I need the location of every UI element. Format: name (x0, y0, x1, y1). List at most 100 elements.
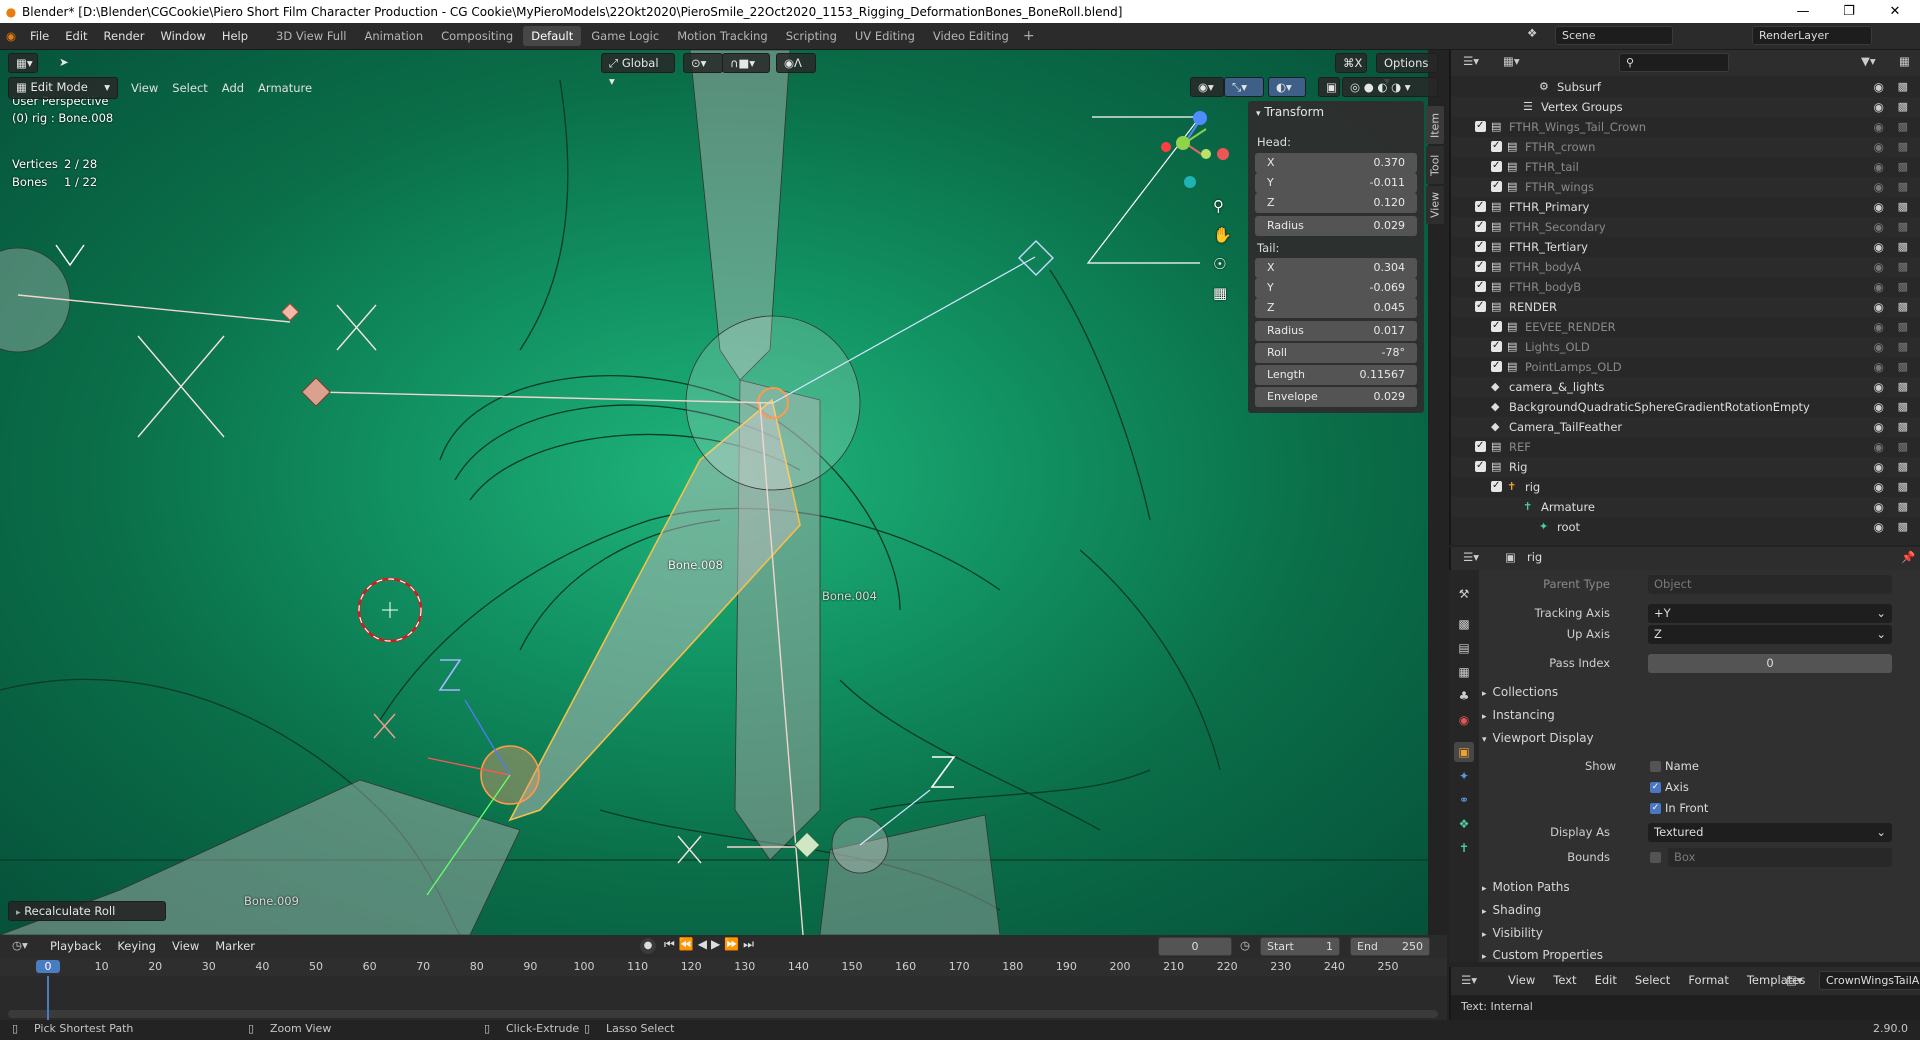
length-field[interactable]: Length 0.11567 (1255, 365, 1417, 385)
eye-icon[interactable]: ◉ (1874, 157, 1884, 177)
eye-icon[interactable]: ◉ (1874, 497, 1884, 517)
show-axis-checkbox[interactable]: ✓ (1650, 782, 1661, 793)
visibility-checkbox[interactable] (1491, 336, 1502, 356)
playback-controls[interactable]: ⏮⏪◀▶⏩⏭ (664, 937, 758, 952)
head-y-field[interactable]: Y -0.011 (1255, 173, 1417, 193)
tail-y-field[interactable]: Y -0.069 (1255, 278, 1417, 298)
camera-icon[interactable]: ▩ (1898, 137, 1908, 157)
new-collection-icon[interactable]: ▦ (1899, 54, 1910, 68)
camera-icon[interactable]: ▩ (1898, 117, 1908, 137)
camera-icon[interactable]: ▩ (1898, 77, 1908, 97)
outliner-row[interactable]: ⚙ Subsurf ◉ ▩ (1451, 77, 1920, 97)
eye-icon[interactable]: ◉ (1874, 517, 1884, 537)
text-menu-view[interactable]: View (1499, 973, 1544, 987)
camera-icon[interactable]: ▩ (1898, 217, 1908, 237)
camera-icon[interactable]: ▩ (1898, 157, 1908, 177)
eye-icon[interactable]: ◉ (1874, 177, 1884, 197)
envelope-field[interactable]: Envelope 0.029 (1255, 387, 1417, 407)
snap-toggle[interactable]: ∩■▾ (722, 53, 770, 73)
camera-icon[interactable]: ▩ (1898, 97, 1908, 117)
tab-view[interactable]: View (1426, 186, 1444, 224)
tail-x-field[interactable]: X 0.304 (1255, 258, 1417, 278)
outliner-row[interactable]: ✝ Armature ◉ ▩ (1451, 497, 1920, 517)
outliner-row[interactable]: ✝ rig ◉ ▩ (1451, 476, 1920, 497)
camera-icon[interactable]: ▩ (1898, 277, 1908, 297)
tail-radius-field[interactable]: Radius 0.017 (1255, 321, 1417, 341)
display-mode-icon[interactable]: ▦▾ (1503, 54, 1520, 68)
viewport-display-section[interactable]: ▾ Viewport Display (1478, 727, 1918, 749)
viewport-menu-armature[interactable]: Armature (251, 77, 319, 99)
close-icon[interactable]: ✕ (1872, 0, 1918, 23)
outliner-search-input[interactable]: ⚲ (1619, 53, 1729, 72)
display-as-dropdown[interactable]: Textured ⌄ (1648, 823, 1892, 842)
constraint-tab-icon[interactable]: ❖ (1454, 814, 1474, 834)
visibility-checkbox[interactable] (1491, 316, 1502, 336)
eye-icon[interactable]: ◉ (1874, 377, 1884, 397)
visibility-section[interactable]: ▸ Visibility (1478, 922, 1918, 944)
gizmo-toggle[interactable]: ⤡▾ (1224, 77, 1264, 97)
timeline-menu-playback[interactable]: Playback (42, 935, 109, 957)
show-name-checkbox[interactable] (1650, 761, 1661, 772)
menu-file[interactable]: File (22, 23, 57, 50)
outliner-row[interactable]: ▤ RENDER ◉ ▩ (1451, 296, 1920, 317)
modifier-tab-icon[interactable]: ✦ (1454, 766, 1474, 786)
editor-type-icon[interactable]: ☰▾ (1463, 550, 1479, 564)
shading-mode-buttons[interactable]: ◎ ● ◐ ◑ ▾ (1342, 77, 1438, 97)
grid-view-icon[interactable]: ▦ (1213, 284, 1227, 302)
overlay-toggle[interactable]: ◐▾ (1268, 77, 1306, 97)
camera-icon[interactable]: ▩ (1898, 177, 1908, 197)
viewport-menu-select[interactable]: Select (165, 77, 214, 99)
visibility-checkbox[interactable] (1475, 216, 1486, 236)
instancing-section[interactable]: ▸ Instancing (1478, 704, 1918, 726)
pin-icon[interactable]: 📌 (1901, 550, 1915, 564)
orientation-dropdown[interactable]: ⤢ Global ▾ (601, 53, 675, 88)
timeline-scrollbar[interactable] (8, 1010, 1438, 1018)
camera-icon[interactable]: ▩ (1898, 317, 1908, 337)
text-menu-text[interactable]: Text (1544, 973, 1585, 987)
tracking-axis-dropdown[interactable]: +Y ⌄ (1648, 604, 1892, 623)
world-tab-icon[interactable]: ◉ (1454, 710, 1474, 730)
eye-icon[interactable]: ◉ (1874, 357, 1884, 377)
eye-icon[interactable]: ◉ (1874, 237, 1884, 257)
editor-type-icon[interactable]: ☰▾ (1461, 973, 1477, 987)
timeline-menu-keying[interactable]: Keying (109, 935, 164, 957)
tail-z-field[interactable]: Z 0.045 (1255, 298, 1417, 318)
hand-pan-icon[interactable]: ✋ (1213, 226, 1232, 244)
outliner-row[interactable]: ▤ EEVEE_RENDER ◉ ▩ (1451, 316, 1920, 337)
camera-icon[interactable]: ▩ (1898, 377, 1908, 397)
camera-icon[interactable]: ▩ (1898, 497, 1908, 517)
output-tab-icon[interactable]: ▤ (1454, 638, 1474, 658)
editor-type-icon[interactable]: ☰▾ (1463, 54, 1479, 68)
3d-viewport[interactable]: User Perspective (0) rig : Bone.008 Vert… (0, 50, 1428, 935)
text-menu-format[interactable]: Format (1679, 973, 1738, 987)
last-operator-panel[interactable]: ▸ Recalculate Roll (8, 901, 166, 921)
pivot-dropdown[interactable]: ⊙▾ (683, 53, 723, 73)
editor-type-icon[interactable]: ◷▾ (12, 938, 28, 952)
text-menu-select[interactable]: Select (1626, 973, 1679, 987)
scene-tab-icon[interactable]: ♣ (1454, 686, 1474, 706)
xray-icon[interactable]: ▣ (1318, 77, 1340, 97)
view-layer-tab-icon[interactable]: ▦ (1454, 662, 1474, 682)
outliner-row[interactable]: ◆ BackgroundQuadraticSphereGradientRotati… (1451, 397, 1920, 417)
start-frame-field[interactable]: Start 1 (1260, 937, 1340, 956)
eye-icon[interactable]: ◉ (1874, 117, 1884, 137)
render-layer-selector[interactable]: RenderLayer (1752, 26, 1872, 45)
eye-icon[interactable]: ◉ (1874, 257, 1884, 277)
bounds-checkbox[interactable] (1650, 852, 1661, 863)
visibility-checkbox[interactable] (1475, 116, 1486, 136)
render-tab-icon[interactable]: ▩ (1454, 614, 1474, 634)
outliner-row[interactable]: ▤ REF ◉ ▩ (1451, 436, 1920, 457)
blender-menu-icon[interactable]: ◉ (0, 29, 22, 43)
shading-section[interactable]: ▸ Shading (1478, 899, 1918, 921)
camera-icon[interactable]: ▩ (1898, 417, 1908, 437)
outliner-row[interactable]: ▤ FTHR_Secondary ◉ ▩ (1451, 216, 1920, 237)
current-frame-field[interactable]: 0 (1158, 937, 1232, 956)
outliner-row[interactable]: ▤ FTHR_bodyA ◉ ▩ (1451, 256, 1920, 277)
tool-tab-icon[interactable]: ⚒ (1454, 584, 1474, 604)
outliner-row[interactable]: ▤ FTHR_Tertiary ◉ ▩ (1451, 236, 1920, 257)
visibility-dropdown[interactable]: ◉▾ (1190, 77, 1224, 97)
visibility-checkbox[interactable] (1491, 356, 1502, 376)
tab-item[interactable]: Item (1426, 106, 1444, 144)
outliner-row[interactable]: ▤ FTHR_tail ◉ ▩ (1451, 156, 1920, 177)
camera-icon[interactable]: ▩ (1898, 437, 1908, 457)
